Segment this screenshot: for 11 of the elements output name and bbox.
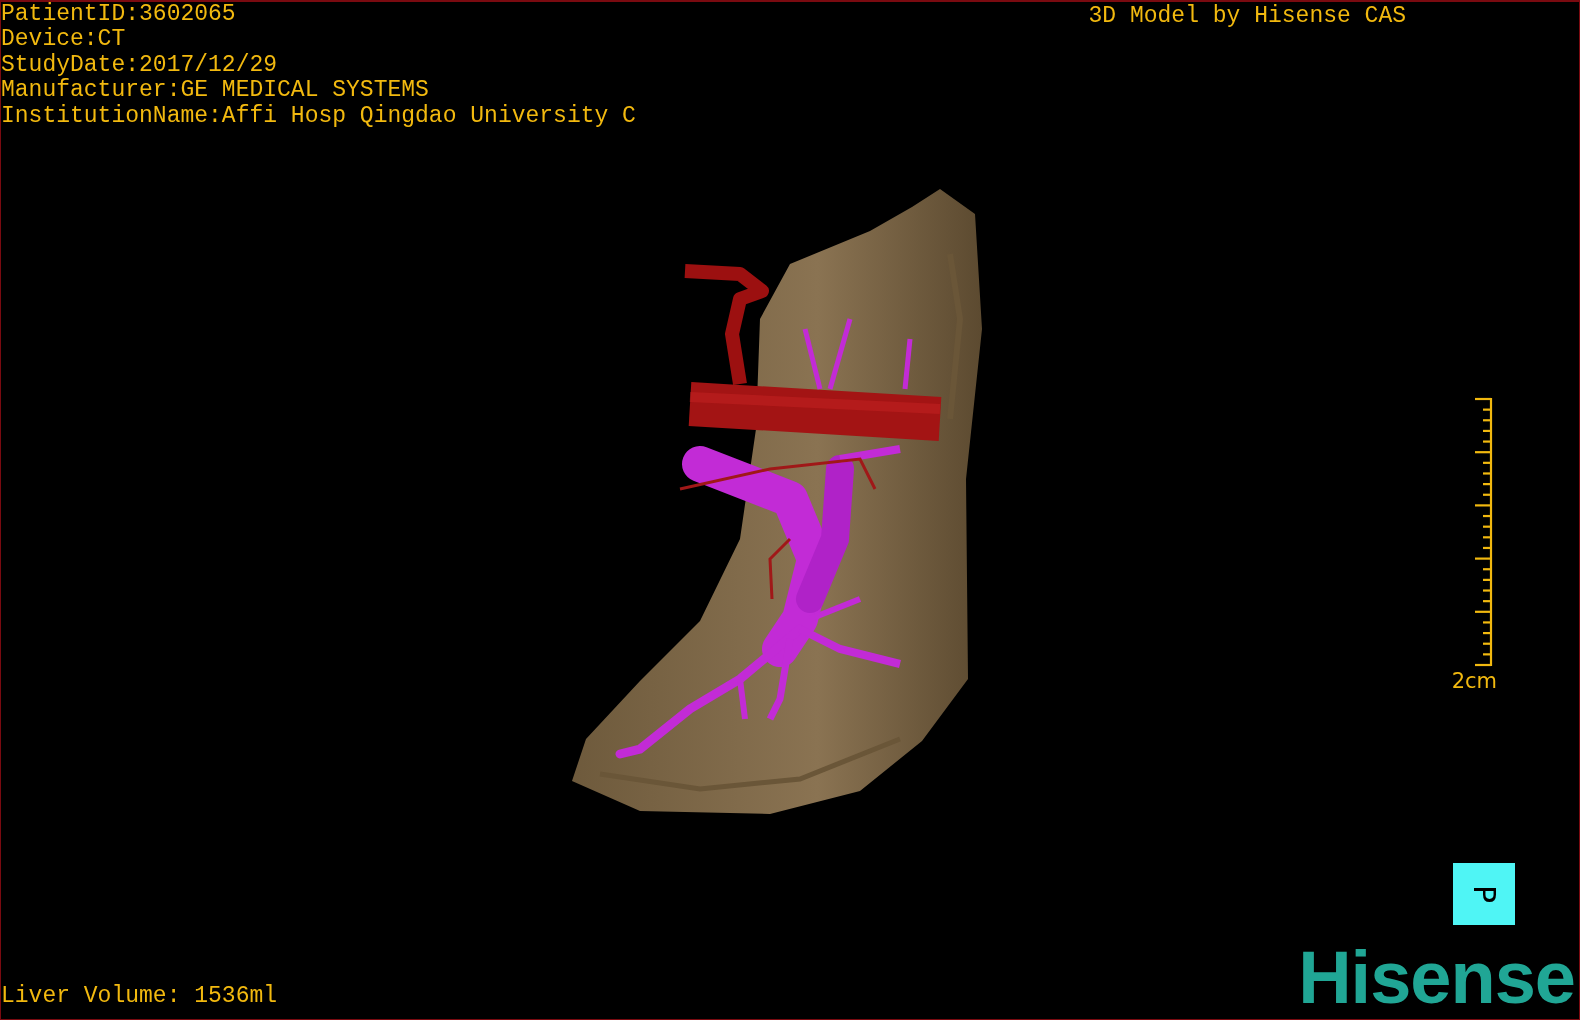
scale-label: 2cm [1451,669,1497,694]
patient-info-text: PatientID:3602065 [1,2,237,27]
viewer-title: 3D Model by Hisense CAS [1088,4,1406,31]
brand-logo: Hisense [1298,947,1575,1009]
patient-info-text: Device:CT [1,27,127,53]
patient-info-text: StudyDate:2017/12/29 [1,52,279,78]
ruler-icon [1475,397,1493,668]
patient-info-text: Manufacturer:GE MEDICAL SYSTEMS [1,78,430,104]
orientation-cube[interactable]: P [1453,863,1515,925]
liver-volume-text: Liver Volume: 1536ml [1,983,278,1009]
patient-info-text: InstitutionName:Affi Hosp Qingdao University C [1,103,636,130]
